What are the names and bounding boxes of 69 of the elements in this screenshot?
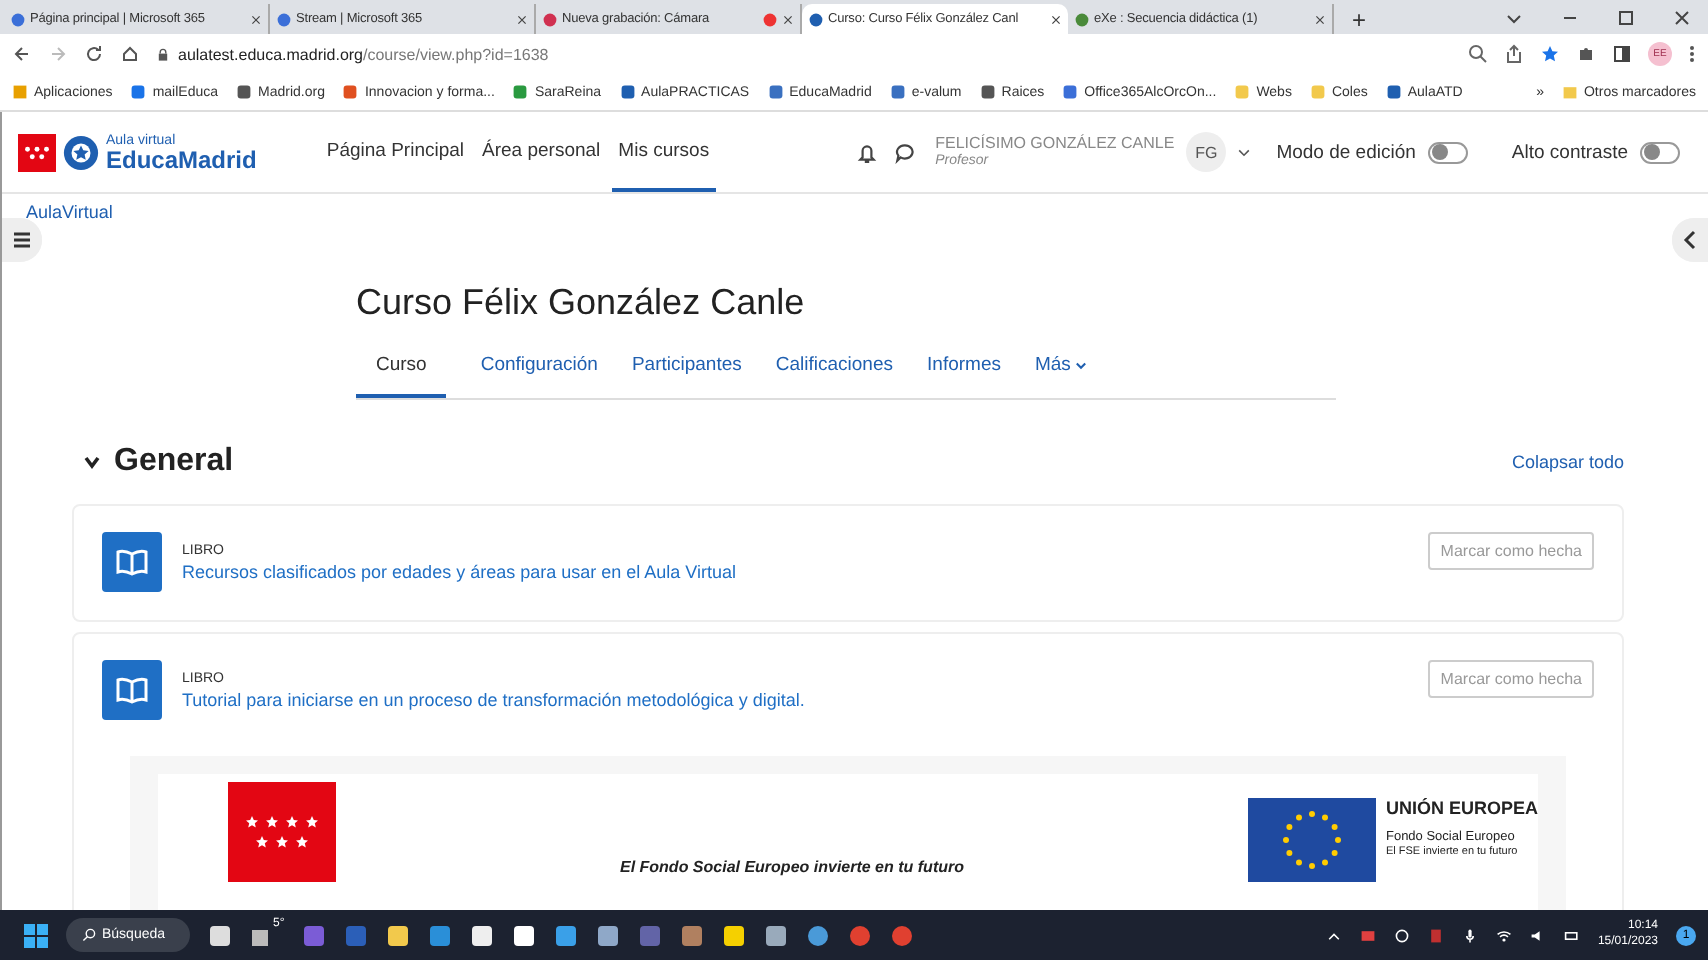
- back-arrow-icon[interactable]: [12, 44, 32, 64]
- side-panel-icon[interactable]: [1612, 44, 1632, 64]
- windows-start-icon[interactable]: [24, 923, 48, 947]
- nav-link[interactable]: Mis cursos: [612, 112, 716, 192]
- nav-link[interactable]: Página Principal: [320, 112, 471, 192]
- eu-flag-drawing: [1247, 798, 1376, 882]
- bookmark-favicon-icon: [619, 84, 636, 100]
- course-tab[interactable]: Más: [1034, 348, 1089, 398]
- course-tab[interactable]: Calificaciones: [775, 348, 894, 398]
- maximize-icon[interactable]: [1616, 7, 1636, 27]
- toggle-label: Modo de edición: [1276, 141, 1416, 163]
- wifi-icon[interactable]: [1495, 927, 1512, 943]
- breadcrumb-link[interactable]: AulaVirtual: [26, 202, 113, 222]
- caret-icon: [1074, 358, 1089, 372]
- zoom-icon[interactable]: [1468, 44, 1488, 64]
- book-icon[interactable]: [102, 532, 162, 592]
- bookmark-favicon-icon: [1062, 84, 1079, 100]
- microphone-icon[interactable]: [1461, 927, 1478, 943]
- close-tab-icon[interactable]: [1050, 13, 1062, 25]
- course-tab[interactable]: Configuración: [480, 348, 598, 398]
- user-name: FELICÍSIMO GONZÁLEZ CANLE: [935, 135, 1175, 153]
- bookmark-favicon-icon: [342, 84, 359, 100]
- course-tab[interactable]: Participantes: [631, 348, 742, 398]
- eu-title: UNIÓN EUROPEA: [1385, 798, 1538, 820]
- tab-favicon-icon: [276, 11, 292, 27]
- close-icon[interactable]: [1672, 7, 1692, 27]
- recording-dot-icon: [762, 11, 778, 27]
- section-title: General: [114, 444, 236, 480]
- bookmark-favicon-icon: [512, 84, 529, 100]
- menu-icon[interactable]: [1688, 44, 1696, 64]
- star-icon[interactable]: [1540, 44, 1560, 64]
- activity-link[interactable]: Recursos clasificados por edades y áreas para usar en el Aula Virtual: [182, 561, 1409, 581]
- toggle-label: Alto contraste: [1511, 141, 1628, 163]
- madrid-flag-drawing: [228, 782, 336, 882]
- address-bar[interactable]: aulatest.educa.madrid.org/course/view.php?id=1638: [156, 39, 1452, 69]
- bookmark-favicon-icon: [236, 84, 252, 100]
- activity-link[interactable]: Tutorial para iniciarse en un proceso de transformación metodológica y digital.: [182, 689, 1409, 709]
- close-tab-icon[interactable]: [250, 13, 262, 25]
- tab-favicon-icon: [542, 11, 558, 27]
- reload-icon[interactable]: [84, 44, 104, 64]
- close-tab-icon[interactable]: [516, 13, 528, 25]
- star-circle-logo-icon[interactable]: [62, 133, 100, 171]
- nav-link[interactable]: Área personal: [476, 112, 607, 192]
- home-icon[interactable]: [120, 44, 140, 64]
- banner-motto: El Fondo Social Europeo invierte en tu futuro: [617, 858, 966, 876]
- course-tab[interactable]: Informes: [927, 348, 1001, 398]
- course-title: Curso Félix González Canle: [356, 282, 807, 324]
- search-icon: [82, 928, 96, 942]
- book-icon[interactable]: [102, 660, 162, 720]
- bookmark-favicon-icon: [130, 84, 147, 100]
- battery-icon[interactable]: [1563, 927, 1580, 943]
- tab-favicon-icon: [10, 11, 26, 27]
- bookmark-favicon-icon: [979, 84, 996, 100]
- collapse-all-link[interactable]: Colapsar todo: [1511, 452, 1624, 472]
- bookmark-favicon-icon: [889, 84, 906, 100]
- apps-grid-icon: [12, 84, 28, 100]
- logo-title: EducaMadrid: [106, 147, 257, 171]
- lock-icon: [156, 47, 170, 61]
- course-tab[interactable]: Curso: [356, 348, 447, 398]
- bookmark-favicon-icon: [1385, 84, 1402, 100]
- close-tab-icon[interactable]: [1314, 13, 1326, 25]
- bookmark-favicon-icon: [767, 84, 784, 100]
- tab-favicon-icon: [1074, 11, 1090, 27]
- share-icon[interactable]: [1504, 44, 1524, 64]
- tab-favicon-icon: [808, 11, 824, 27]
- speaker-icon[interactable]: [1529, 927, 1546, 943]
- chevron-down-icon[interactable]: [82, 452, 102, 472]
- new-tab-button[interactable]: +: [1346, 6, 1373, 34]
- close-tab-icon[interactable]: [782, 13, 794, 25]
